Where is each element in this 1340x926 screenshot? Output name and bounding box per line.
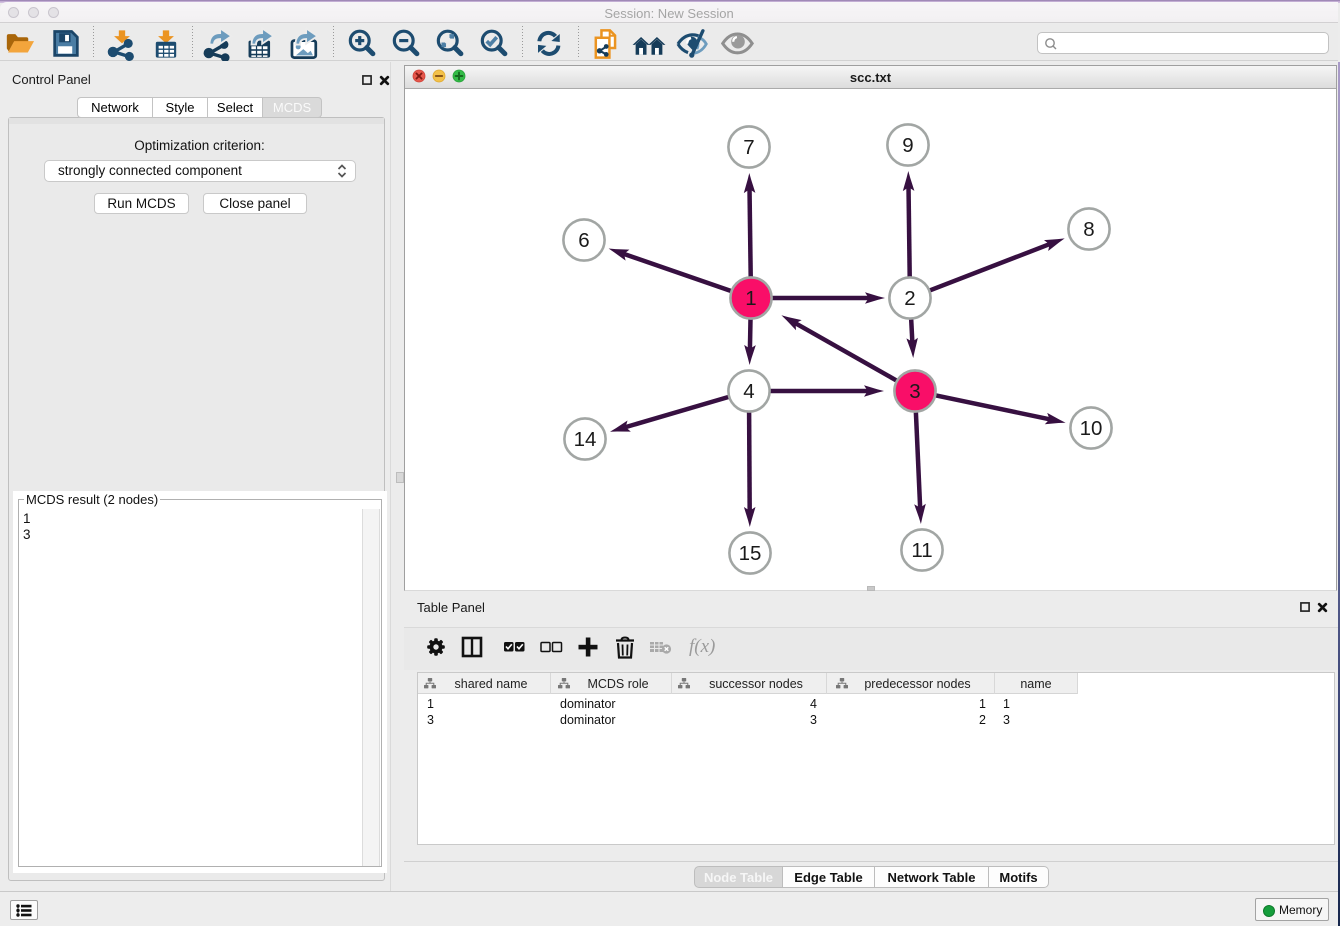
svg-text:11: 11 (911, 539, 932, 562)
svg-text:7: 7 (743, 136, 754, 159)
svg-text:1: 1 (745, 287, 756, 310)
svg-text:4: 4 (743, 380, 754, 403)
svg-text:3: 3 (909, 380, 920, 403)
svg-text:9: 9 (902, 134, 913, 157)
svg-text:8: 8 (1083, 218, 1094, 241)
svg-text:14: 14 (574, 428, 597, 451)
svg-text:2: 2 (904, 287, 915, 310)
svg-text:10: 10 (1080, 417, 1103, 440)
svg-text:15: 15 (739, 542, 762, 565)
svg-text:6: 6 (578, 229, 589, 252)
